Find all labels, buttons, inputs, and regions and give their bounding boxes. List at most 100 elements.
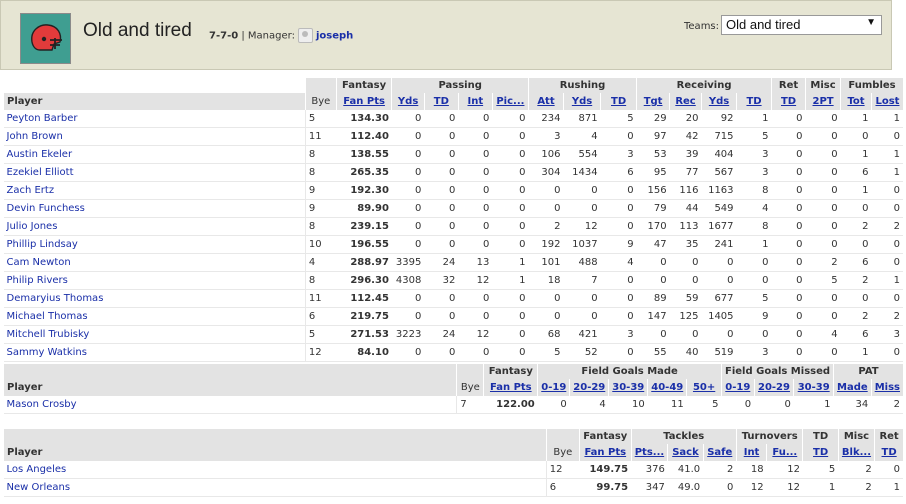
column-header[interactable]: TD: [874, 444, 903, 461]
column-header[interactable]: 2PT: [805, 93, 841, 110]
column-header[interactable]: Yds: [391, 93, 425, 110]
kicker-column-headers: Player Bye Fan Pts 0-19 20-29 30-39 40-49 50+ 0…: [2, 379, 903, 396]
player-name-link[interactable]: Julio Jones: [3, 217, 306, 236]
stat-cell: 0: [636, 325, 670, 344]
stat-cell: 1: [793, 396, 834, 414]
column-header[interactable]: Pic...: [491, 93, 529, 110]
column-header[interactable]: TD: [802, 444, 839, 461]
fantasy-points-cell: 99.75: [579, 478, 632, 497]
stat-cell: 0: [600, 199, 637, 218]
player-name-link[interactable]: John Brown: [3, 127, 306, 146]
player-name-link[interactable]: New Orleans: [3, 478, 547, 497]
player-name-link[interactable]: Devin Funchess: [3, 199, 306, 218]
stat-cell: 3: [871, 325, 903, 344]
stat-cell: 12: [736, 478, 767, 497]
column-header[interactable]: TD: [423, 93, 459, 110]
stat-cell: 89: [636, 289, 670, 308]
stat-cell: 0: [492, 289, 529, 308]
player-name-link[interactable]: Zach Ertz: [3, 181, 306, 200]
stat-cell: 113: [669, 217, 702, 236]
stat-cell: 7: [563, 271, 601, 290]
stat-cell: 41.0: [667, 461, 704, 479]
column-header[interactable]: Int: [735, 444, 767, 461]
player-name-link[interactable]: Michael Thomas: [3, 307, 306, 326]
kicker-group-row: Fantasy Field Goals Made Field Goals Mis…: [3, 364, 903, 379]
stat-cell: 0: [771, 199, 806, 218]
column-header[interactable]: Lost: [870, 93, 903, 110]
stat-cell: 0: [492, 343, 529, 362]
stat-cell: 5: [686, 396, 722, 414]
player-name-link[interactable]: Sammy Watkins: [3, 343, 306, 362]
player-name-link[interactable]: Mason Crosby: [3, 396, 457, 414]
column-header[interactable]: Sack: [667, 444, 704, 461]
stat-cell: 4: [600, 253, 637, 272]
stat-cell: 0: [871, 289, 903, 308]
table-row: New Orleans 6 99.75 347 49.0 0 12 12 1 2 1: [3, 478, 903, 497]
stat-cell: 18: [528, 271, 564, 290]
stat-cell: 2: [703, 461, 737, 479]
stat-cell: 5: [802, 461, 839, 479]
column-header[interactable]: 30-39: [608, 379, 648, 396]
column-header: Bye: [456, 379, 484, 396]
column-header[interactable]: Fu...: [766, 444, 803, 461]
stat-cell: 6: [840, 163, 872, 182]
column-header[interactable]: Fan Pts: [578, 444, 632, 461]
column-header[interactable]: Att: [527, 93, 564, 110]
player-name-link[interactable]: Philip Rivers: [3, 271, 306, 290]
column-header[interactable]: 0-19: [721, 379, 755, 396]
table-row: Ezekiel Elliott 8 265.35 0 0 0 0 304 1434 6 95 77 56…: [3, 163, 903, 182]
player-name-link[interactable]: Phillip Lindsay: [3, 235, 306, 254]
team-meta: 7-7-0 | Manager: joseph: [209, 28, 353, 43]
player-name-link[interactable]: Los Angeles: [3, 461, 547, 479]
column-header[interactable]: Safe: [702, 444, 737, 461]
stat-cell: 0: [492, 110, 529, 128]
player-name-link[interactable]: Cam Newton: [3, 253, 306, 272]
stat-cell: 0: [874, 461, 903, 479]
stat-cell: 0: [771, 181, 806, 200]
stat-cell: 0: [600, 271, 637, 290]
column-header[interactable]: 20-29: [569, 379, 609, 396]
column-header[interactable]: Pts...: [630, 444, 668, 461]
stat-cell: 35: [669, 235, 702, 254]
column-header[interactable]: Fan Pts: [483, 379, 538, 396]
column-header[interactable]: Tgt: [636, 93, 670, 110]
stat-cell: 0: [840, 235, 872, 254]
column-header[interactable]: Yds: [701, 93, 737, 110]
teams-select[interactable]: Old and tired ▼: [721, 15, 882, 35]
stat-cell: 1: [492, 253, 529, 272]
column-header[interactable]: 0-19: [537, 379, 570, 396]
stat-cell: 2: [838, 461, 875, 479]
column-header[interactable]: TD: [736, 93, 772, 110]
column-header[interactable]: Fan Pts: [335, 93, 392, 110]
player-name-link[interactable]: Austin Ekeler: [3, 145, 306, 164]
player-name-link[interactable]: Mitchell Trubisky: [3, 325, 306, 344]
group-header: Misc: [837, 429, 875, 444]
stat-cell: 39: [669, 145, 702, 164]
column-header[interactable]: Int: [457, 93, 493, 110]
manager-link[interactable]: joseph: [316, 31, 353, 42]
column-header[interactable]: Yds: [562, 93, 601, 110]
column-header[interactable]: TD: [600, 93, 637, 110]
stat-cell: 0: [669, 271, 702, 290]
stat-cell: 68: [528, 325, 564, 344]
player-name-link[interactable]: Demaryius Thomas: [3, 289, 306, 308]
column-header[interactable]: Made: [833, 379, 872, 396]
column-header[interactable]: Rec: [669, 93, 702, 110]
stat-cell: 2: [871, 307, 903, 326]
column-header[interactable]: 50+: [686, 379, 722, 396]
column-header[interactable]: TD: [771, 93, 806, 110]
column-header[interactable]: Tot: [840, 93, 872, 110]
column-header[interactable]: 30-39: [793, 379, 834, 396]
column-header[interactable]: 40-49: [647, 379, 687, 396]
column-header[interactable]: Blk...: [837, 444, 875, 461]
column-header[interactable]: Miss: [870, 379, 903, 396]
column-header[interactable]: 20-29: [753, 379, 794, 396]
player-name-link[interactable]: Ezekiel Elliott: [3, 163, 306, 182]
fantasy-points-cell: 196.55: [336, 235, 392, 254]
stat-cell: 0: [391, 181, 425, 200]
stat-cell: 4: [805, 325, 841, 344]
stat-cell: 1: [871, 110, 903, 128]
player-name-link[interactable]: Peyton Barber: [3, 110, 306, 128]
fantasy-points-cell: 219.75: [336, 307, 392, 326]
fantasy-points-cell: 239.15: [336, 217, 392, 236]
